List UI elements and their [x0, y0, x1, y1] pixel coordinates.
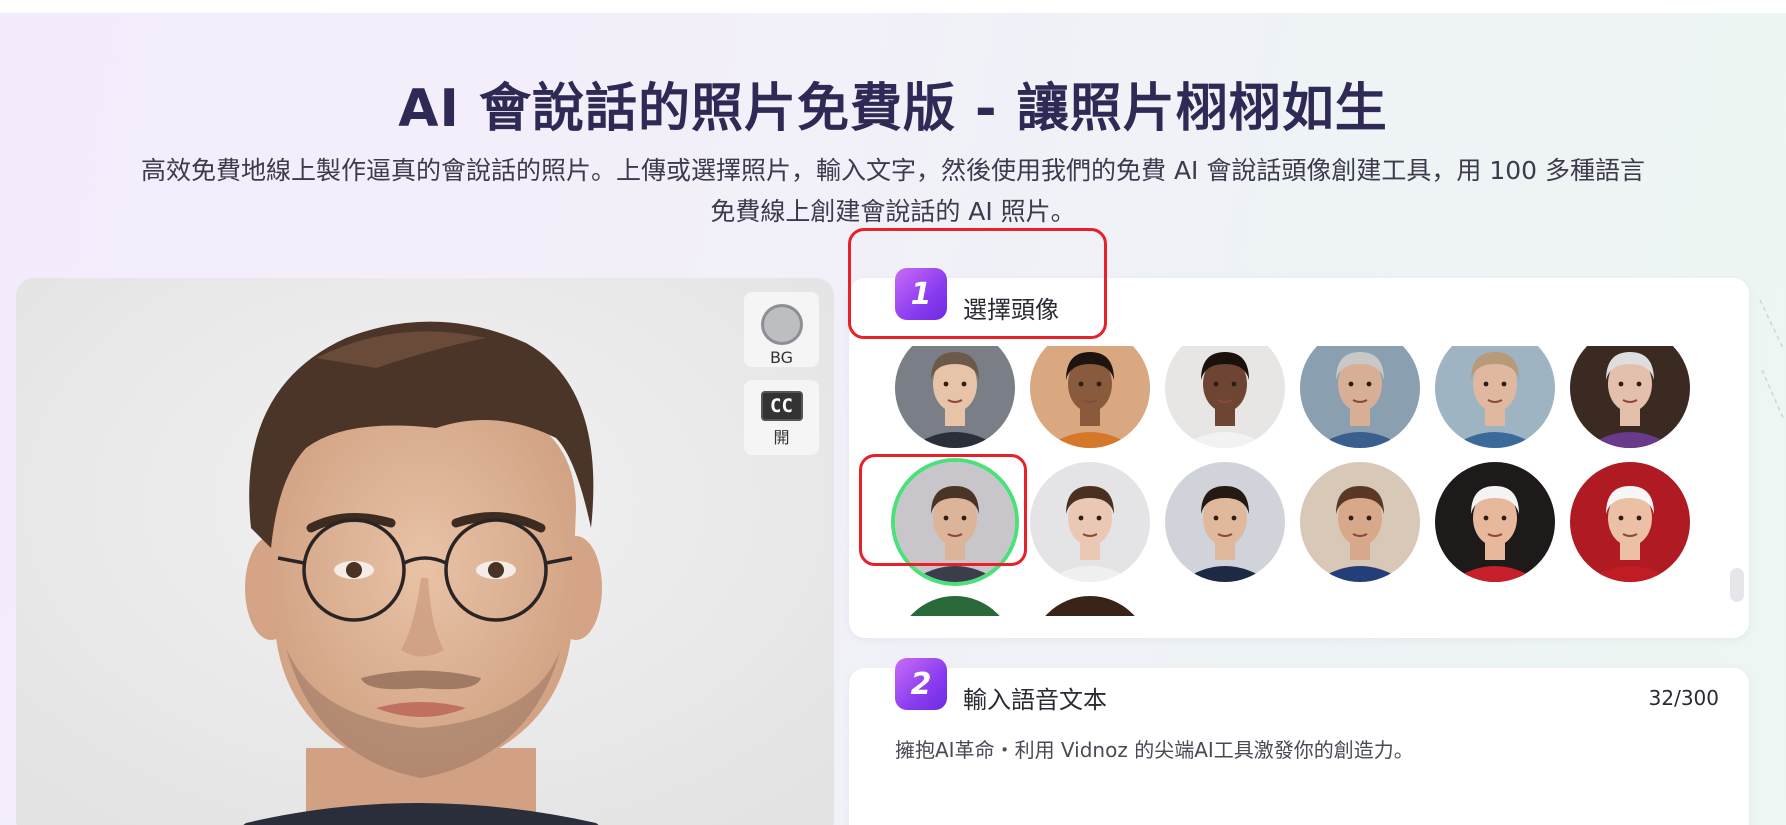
speech-text-input[interactable]: 擁抱AI革命・利用 Vidnoz 的尖端AI工具激發你的創造力。 — [895, 734, 1414, 763]
avatar-option-christmas-avatar-2[interactable] — [1030, 596, 1150, 616]
avatar-option-woman-blazer[interactable] — [1300, 462, 1420, 582]
avatar-scrollbar[interactable] — [1730, 568, 1744, 602]
captions-toggle-button[interactable]: CC 開 — [744, 380, 819, 455]
speech-text-panel: 2 輸入語音文本 32/300 擁抱AI革命・利用 Vidnoz 的尖端AI工具… — [849, 658, 1749, 825]
decorative-lines — [1759, 299, 1785, 421]
closed-captions-icon: CC — [760, 391, 803, 421]
avatar-portrait — [1030, 346, 1150, 448]
avatar-portrait — [1570, 462, 1690, 582]
avatar-option-santa-claus[interactable] — [1570, 462, 1690, 582]
avatar-option-young-woman[interactable] — [1030, 462, 1150, 582]
step-1-badge: 1 — [895, 268, 947, 320]
top-bar — [0, 0, 1786, 13]
character-counter: 32/300 — [1648, 686, 1719, 710]
avatar-option-santa-old-man[interactable] — [1435, 462, 1555, 582]
avatar-portrait — [1300, 462, 1420, 582]
avatar-option-man-orange-shirt[interactable] — [1030, 346, 1150, 448]
avatar-portrait — [1165, 462, 1285, 582]
background-color-icon — [760, 304, 803, 345]
avatar-option-christmas-avatar-1[interactable] — [895, 596, 1015, 616]
page-subtitle: 高效免費地線上製作逼真的會說話的照片。上傳或選擇照片，輸入文字，然後使用我們的免… — [80, 150, 1706, 232]
avatar-preview — [16, 278, 834, 825]
avatar-option-man-business-suit[interactable] — [1165, 462, 1285, 582]
step-2-badge: 2 — [895, 658, 947, 710]
avatar-option-older-woman[interactable] — [1435, 346, 1555, 448]
background-button-label: BG — [769, 348, 794, 367]
avatar-portrait — [1030, 596, 1150, 616]
avatar-option-older-man-doctor[interactable] — [1300, 346, 1420, 448]
background-button[interactable]: BG — [744, 292, 819, 367]
preview-portrait — [16, 278, 834, 825]
choose-avatar-panel: 1 選擇頭像 — [849, 268, 1749, 638]
avatar-portrait — [1435, 346, 1555, 448]
avatar-option-man-glasses-selected[interactable] — [895, 462, 1015, 582]
avatar-portrait — [895, 462, 1015, 582]
subtitle-line-2: 免費線上創建會說話的 AI 照片。 — [710, 197, 1076, 226]
choose-avatar-title: 選擇頭像 — [963, 296, 1059, 324]
speech-text-title: 輸入語音文本 — [963, 686, 1107, 714]
subtitle-line-1: 高效免費地線上製作逼真的會說話的照片。上傳或選擇照片，輸入文字，然後使用我們的免… — [141, 156, 1645, 185]
avatar-portrait — [1300, 346, 1420, 448]
avatar-portrait — [895, 596, 1015, 616]
captions-toggle-label: 開 — [773, 428, 790, 447]
avatar-portrait — [1165, 346, 1285, 448]
avatar-option-woman-curly-hair[interactable] — [1165, 346, 1285, 448]
avatar-portrait — [1570, 346, 1690, 448]
avatar-portrait — [1435, 462, 1555, 582]
avatar-option-elderly-woman-doctor[interactable] — [1570, 346, 1690, 448]
avatar-portrait — [1030, 462, 1150, 582]
page-title: AI 會說話的照片免費版 - 讓照片栩栩如生 — [398, 79, 1388, 139]
avatar-grid — [849, 346, 1749, 616]
avatar-portrait — [895, 346, 1015, 448]
avatar-option-young-man-suit[interactable] — [895, 346, 1015, 448]
